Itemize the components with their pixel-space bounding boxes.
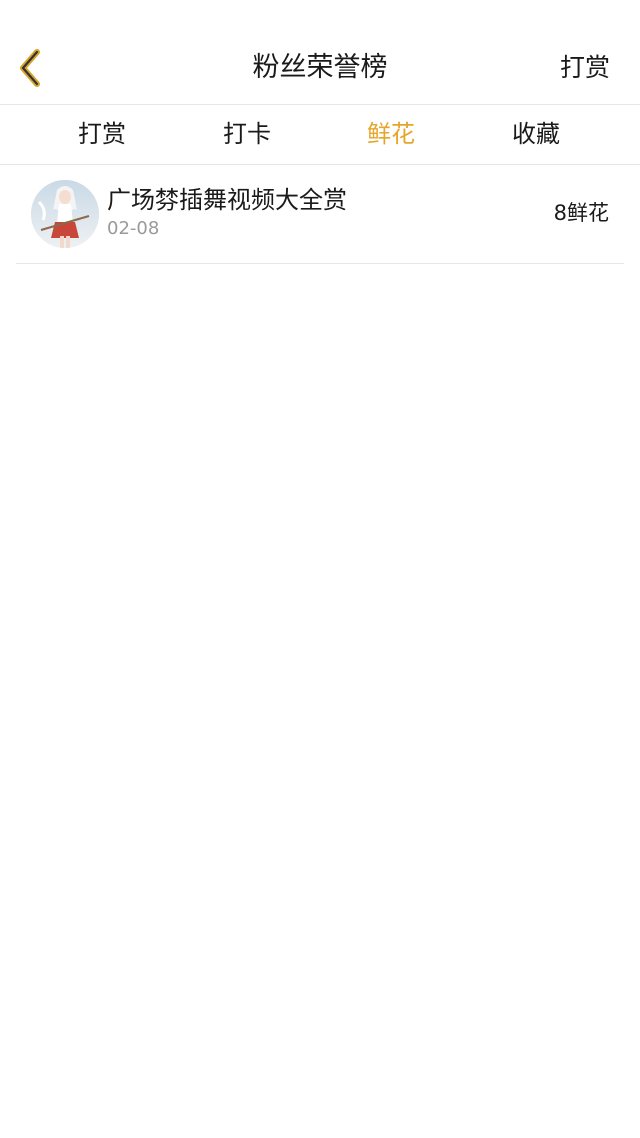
list-item[interactable]: 广场棼插舞视频大全赏 02-08 8鲜花 [16, 165, 624, 264]
item-flower-count: 8鲜花 [553, 201, 609, 225]
tab-favorites[interactable]: 收藏 [476, 105, 596, 164]
reward-button[interactable]: 打赏 [560, 48, 610, 88]
tab-reward[interactable]: 打赏 [42, 105, 162, 164]
tab-checkin[interactable]: 打卡 [187, 105, 307, 164]
item-date: 02-08 [107, 218, 160, 239]
navigation-bar: 粉丝荣誉榜 打赏 [0, 0, 640, 105]
fan-ranking-list: 广场棼插舞视频大全赏 02-08 8鲜花 [0, 165, 640, 264]
tab-flowers[interactable]: 鲜花 [331, 105, 451, 164]
tab-bar: 打赏 打卡 鲜花 收藏 [0, 105, 640, 165]
item-title: 广场棼插舞视频大全赏 [107, 186, 347, 214]
anime-character-avatar-icon [31, 180, 99, 248]
page-title: 粉丝荣誉榜 [252, 52, 388, 83]
avatar [31, 180, 99, 248]
